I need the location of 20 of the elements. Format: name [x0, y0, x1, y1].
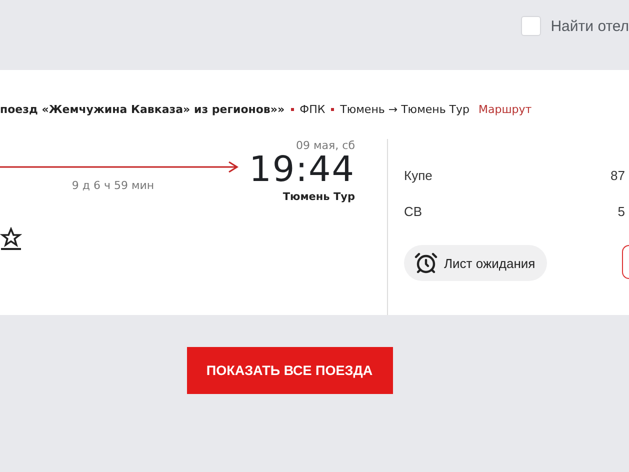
- waitlist-button[interactable]: Лист ожидания: [404, 245, 548, 281]
- arrival-date: 09 мая, сб: [296, 139, 355, 152]
- seat-count: 5: [618, 204, 625, 218]
- car-class: Купе: [404, 168, 432, 182]
- route-text: Тюмень → Тюмень Тур: [340, 102, 470, 116]
- checkbox[interactable]: [520, 16, 541, 36]
- arrival-time: 19:44: [249, 152, 355, 188]
- favorite-star-icon[interactable]: [0, 227, 22, 251]
- arrow-icon: [0, 161, 240, 173]
- round-button[interactable]: [622, 245, 629, 279]
- alarm-clock-icon: [414, 251, 438, 275]
- checkbox-label: Найти отел: [550, 17, 629, 37]
- car-class: СВ: [404, 204, 422, 218]
- seat-count: 87: [610, 168, 625, 182]
- route-link[interactable]: Маршрут: [478, 102, 532, 116]
- travel-duration: 9 д 6 ч 59 мин: [72, 179, 154, 192]
- show-all-trains-button[interactable]: ПОКАЗАТЬ ВСЕ ПОЕЗДА: [186, 347, 392, 394]
- arrival-station: Тюмень Тур: [282, 191, 355, 203]
- train-name: поезд «Жемчужина Кавказа» из регионов»»: [0, 102, 285, 116]
- carrier: ФПК: [300, 102, 326, 116]
